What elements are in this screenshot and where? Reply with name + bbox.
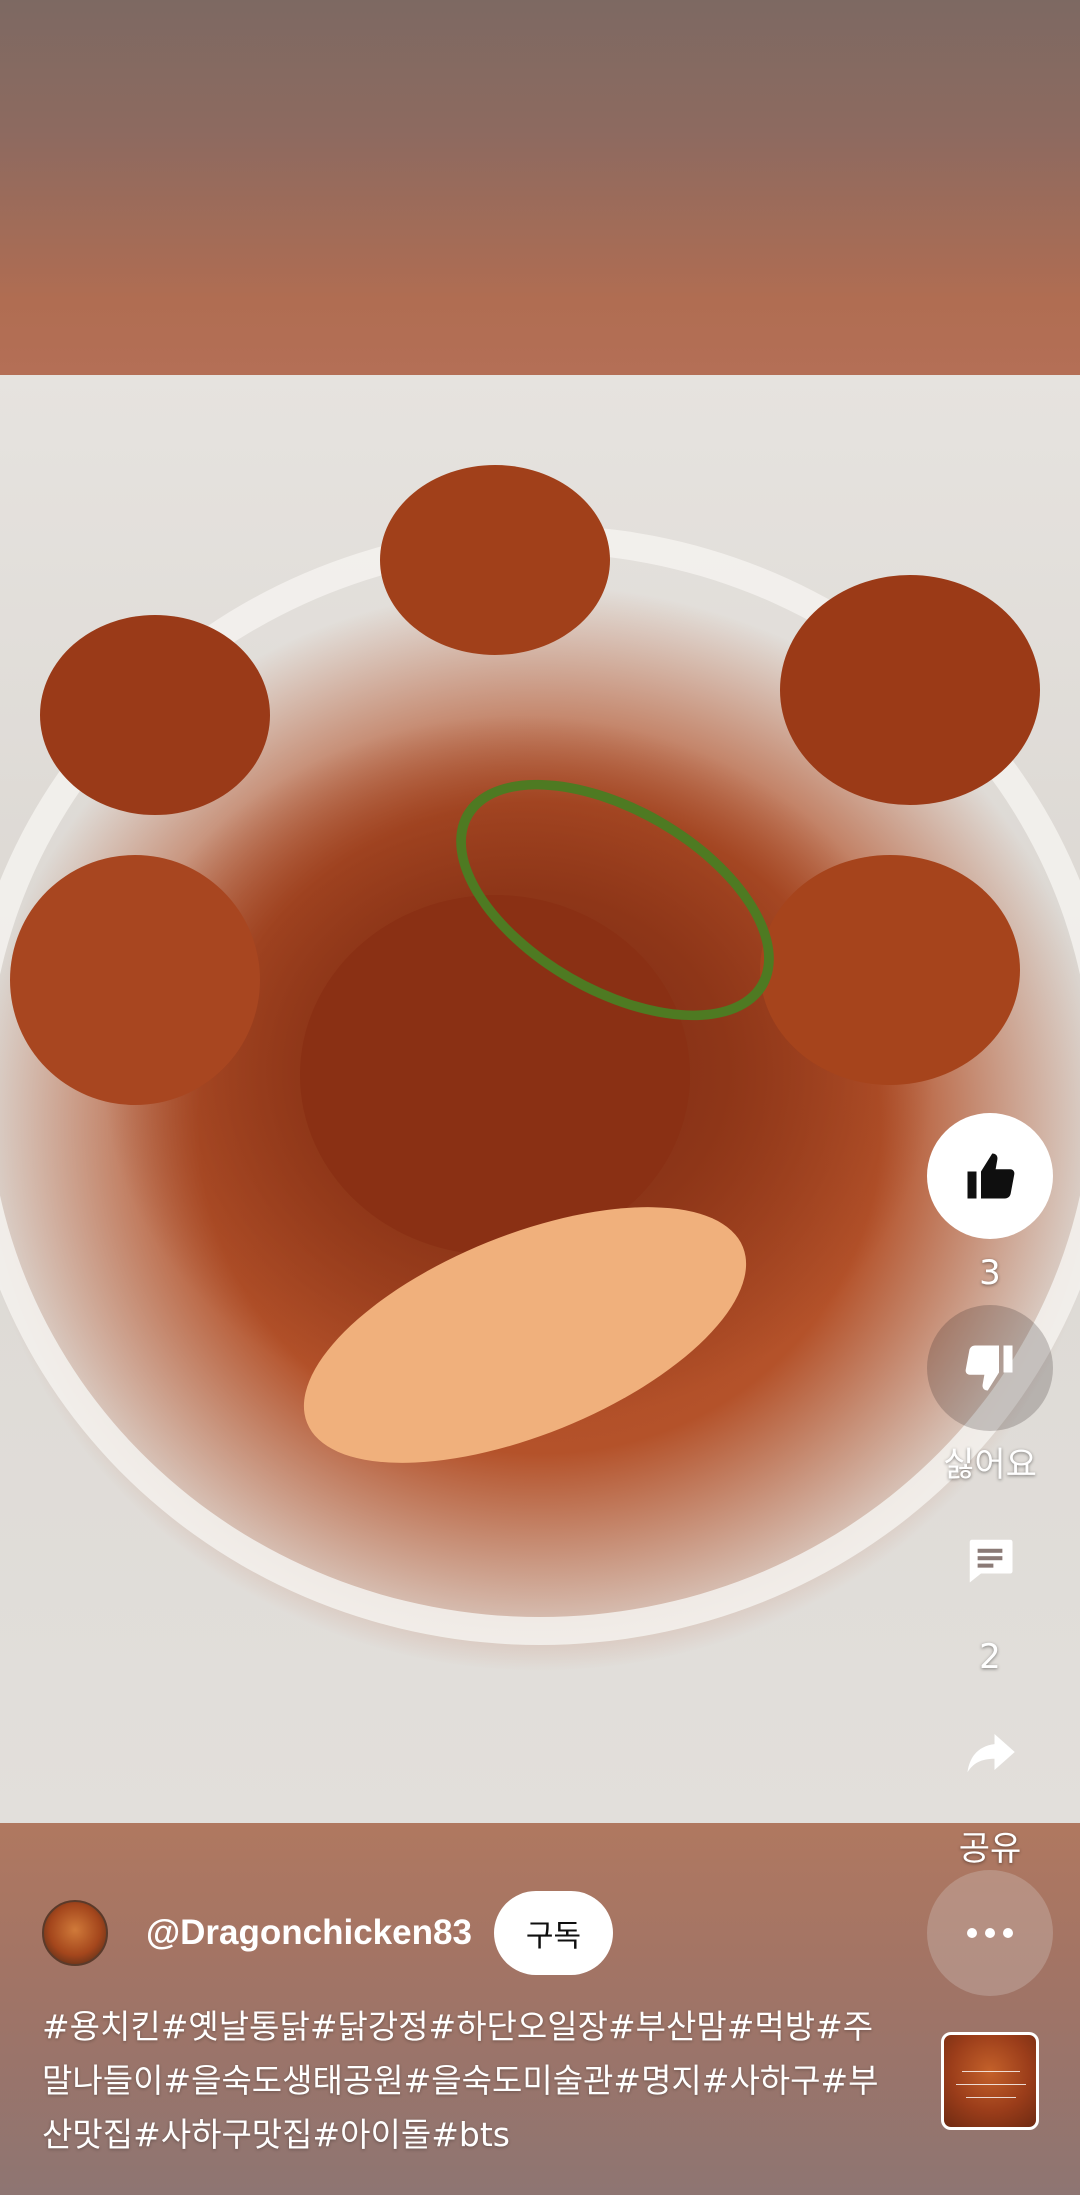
channel-avatar[interactable]	[42, 1900, 108, 1966]
food-piece	[780, 575, 1040, 805]
like-count: 3	[979, 1253, 1001, 1293]
thumbs-up-icon	[967, 1153, 1015, 1199]
share-icon	[967, 1734, 1015, 1773]
action-rail: 3 싫어요 2 공유	[927, 1113, 1053, 1881]
comment-count: 2	[979, 1637, 1001, 1677]
dislike-button[interactable]	[927, 1305, 1053, 1431]
dislike-label: 싫어요	[943, 1445, 1037, 1485]
video-description[interactable]: #용치킨#옛날통닭#닭강정#하단오일장#부산맘#먹방#주말나들이#을숙도생태공원…	[42, 2000, 902, 2162]
like-button[interactable]	[927, 1113, 1053, 1239]
food-piece	[10, 855, 260, 1105]
share-button[interactable]	[927, 1689, 1053, 1815]
subscribe-button[interactable]: 구독	[493, 1891, 614, 1975]
more-horizontal-icon	[967, 1928, 1013, 1938]
food-piece	[40, 615, 270, 815]
more-button[interactable]	[927, 1870, 1053, 1996]
channel-row: @Dragonchicken83 구독	[42, 1891, 614, 1975]
video-frame[interactable]	[0, 375, 1080, 1823]
channel-handle[interactable]: @Dragonchicken83	[146, 1913, 472, 1953]
comment-icon	[969, 1539, 1013, 1583]
thumbs-down-icon	[965, 1345, 1013, 1391]
food-piece	[760, 855, 1020, 1085]
video-letterbox-top	[0, 0, 1080, 375]
thumbnail-art	[954, 2065, 1028, 2104]
share-label: 공유	[958, 1829, 1022, 1869]
sound-thumbnail[interactable]	[941, 2032, 1039, 2130]
food-piece	[380, 465, 610, 655]
comment-button[interactable]	[927, 1497, 1053, 1623]
